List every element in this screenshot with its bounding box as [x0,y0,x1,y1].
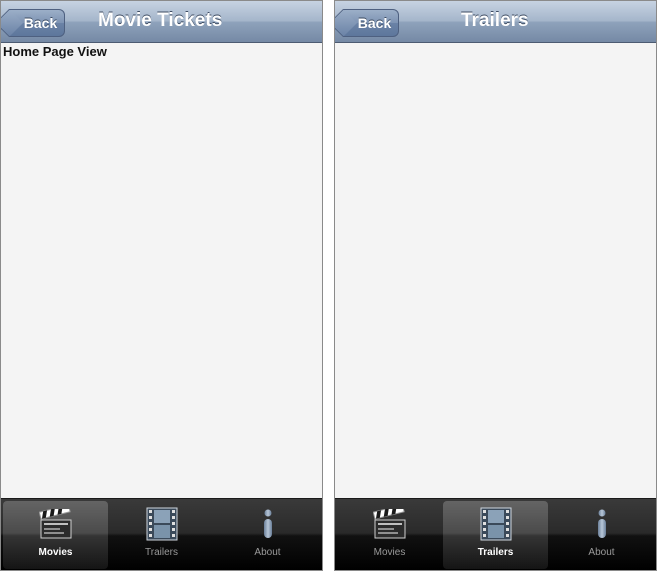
tab-trailers[interactable]: Trailers [443,501,548,569]
clapperboard-icon [38,507,73,541]
screen-divider [323,0,334,571]
tab-movies-label: Movies [38,547,73,558]
info-icon [585,507,619,541]
tab-movies-label: Movies [373,547,406,558]
clapperboard-icon [372,507,407,541]
tab-trailers-label: Trailers [145,547,178,558]
info-icon [251,507,285,541]
tab-about-label: About [588,547,615,558]
film-strip-icon [145,507,179,541]
tab-bar: Movies Trailers About [1,498,322,570]
film-strip-icon [479,507,513,541]
tab-movies[interactable]: Movies [3,501,108,569]
tab-movies[interactable]: Movies [337,501,442,569]
navigation-bar: Back Movie Tickets [1,1,322,43]
movie-tickets-screen: Back Movie Tickets Home Page View Movies… [0,0,323,571]
tab-bar: Movies Trailers About [335,498,656,570]
page-title: Movie Tickets [98,10,223,31]
tab-about[interactable]: About [215,501,320,569]
tab-about-label: About [254,547,281,558]
back-button[interactable]: Back [343,9,399,37]
tab-trailers[interactable]: Trailers [109,501,214,569]
trailers-screen: Back Trailers Movies Trailers About [334,0,657,571]
back-button[interactable]: Back [9,9,65,37]
tab-trailers-label: Trailers [477,547,514,558]
home-page-view-text: Home Page View [3,44,107,59]
back-button-label: Back [357,15,392,31]
page-title: Trailers [461,10,529,31]
back-button-label: Back [23,15,58,31]
navigation-bar: Back Trailers [335,1,656,43]
tab-about[interactable]: About [549,501,654,569]
